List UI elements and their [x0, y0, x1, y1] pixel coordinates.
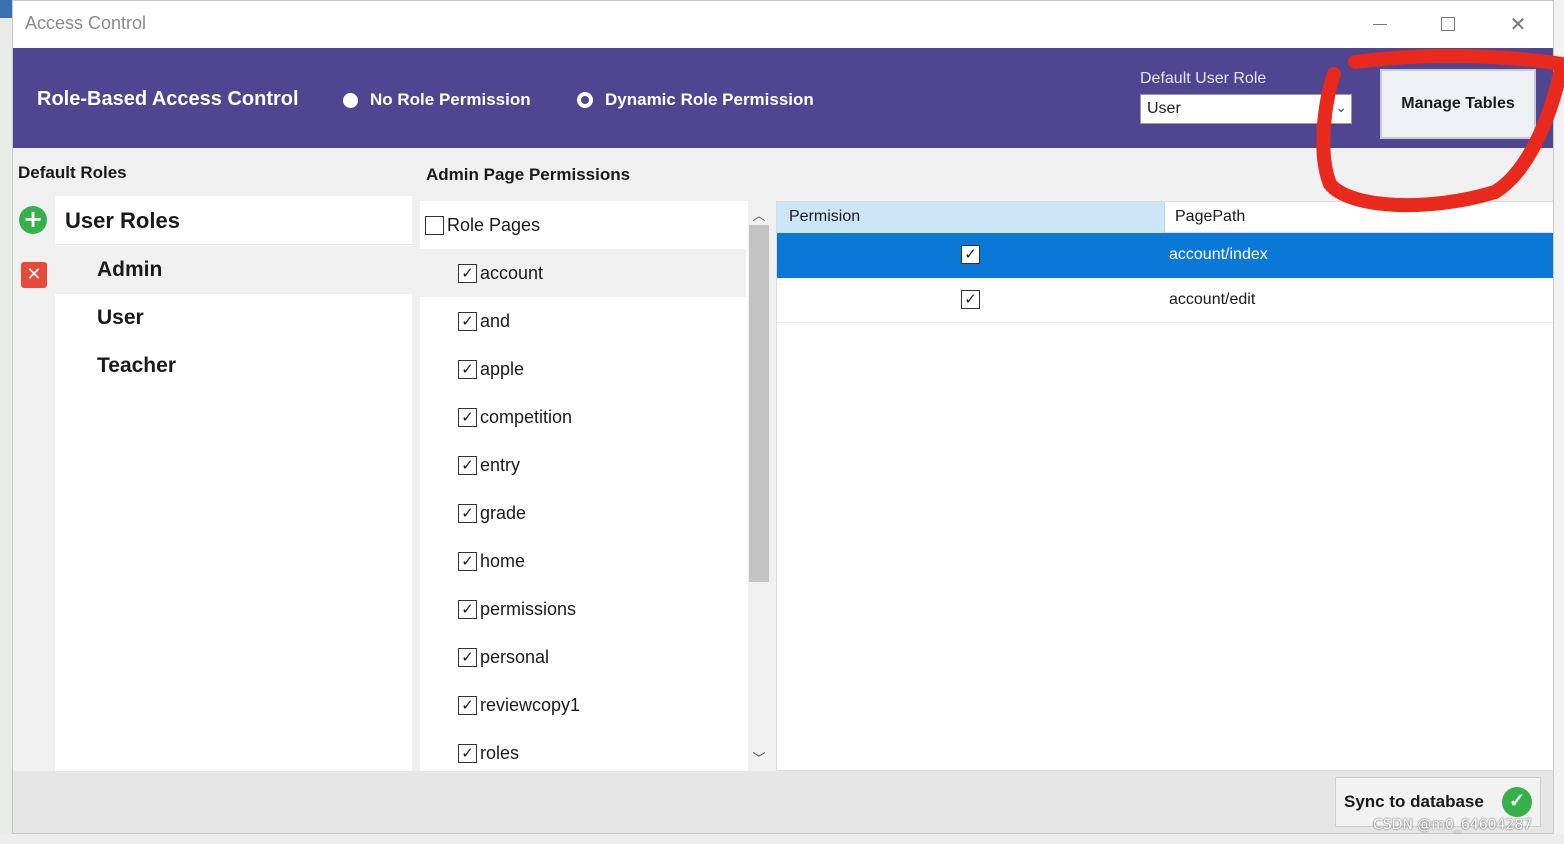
page-item-account[interactable]: ✓ account	[420, 249, 746, 297]
grid-row[interactable]: ✓ account/edit	[777, 278, 1553, 323]
page-item-apple[interactable]: ✓ apple	[420, 345, 746, 393]
role-item-admin[interactable]: Admin	[55, 246, 412, 294]
scrollbar-thumb[interactable]	[749, 225, 769, 582]
maximize-button[interactable]	[1425, 9, 1471, 39]
background-window-edge-right	[1554, 0, 1564, 844]
page-label: reviewcopy1	[480, 694, 581, 715]
background-window-edge-bottom	[0, 834, 1564, 844]
title-bar: Access Control ✕	[13, 1, 1553, 48]
radio-label: Dynamic Role Permission	[605, 90, 814, 109]
radio-indicator-selected	[577, 92, 593, 108]
page-path-cell: account/edit	[1169, 291, 1256, 308]
radio-no-role-permission[interactable]: No Role Permission	[343, 90, 531, 110]
maximize-icon	[1441, 17, 1455, 31]
header-bar: Role-Based Access Control No Role Permis…	[13, 48, 1553, 148]
page-title: Role-Based Access Control	[37, 88, 299, 110]
background-window-icon	[0, 0, 12, 18]
roles-list: User Roles Admin User Teacher	[55, 196, 412, 771]
delete-role-icon[interactable]: ✕	[21, 262, 47, 288]
pages-scrollbar[interactable]: ︿ ﹀	[748, 201, 770, 771]
checkbox-checked[interactable]: ✓	[458, 455, 477, 475]
role-pages-label: Role Pages	[447, 214, 541, 235]
chevron-up-icon[interactable]: ︿	[748, 205, 770, 224]
close-icon: ✕	[1509, 12, 1527, 36]
checkbox-checked[interactable]: ✓	[458, 503, 477, 523]
checkbox-checked[interactable]: ✓	[458, 311, 477, 331]
checkbox-checked[interactable]: ✓	[961, 290, 980, 309]
page-label: roles	[480, 742, 520, 763]
page-label: personal	[480, 646, 550, 667]
user-roles-header: User Roles	[65, 208, 180, 233]
checkbox-checked[interactable]: ✓	[961, 245, 980, 264]
checkbox-checked[interactable]: ✓	[458, 647, 477, 667]
access-control-window: Access Control ✕ Role-Based Access Contr…	[12, 0, 1554, 834]
page-item-grade[interactable]: ✓ grade	[420, 489, 746, 537]
background-window-edge	[0, 0, 12, 844]
divider	[55, 244, 412, 245]
page-item-permissions[interactable]: ✓ permissions	[420, 585, 746, 633]
add-role-icon[interactable]: +	[19, 206, 47, 234]
radio-indicator	[343, 92, 358, 108]
chevron-down-icon: ⌄	[1335, 99, 1347, 115]
column-header-permission[interactable]: Permision	[777, 202, 1165, 233]
grid-header: Permision PagePath	[777, 202, 1553, 233]
checkbox-checked[interactable]: ✓	[458, 599, 477, 619]
check-icon: ✓	[1502, 787, 1532, 817]
window-title: Access Control	[25, 13, 147, 33]
default-roles-label: Default Roles	[18, 163, 127, 182]
checkbox-checked[interactable]: ✓	[458, 359, 477, 379]
checkbox-checked[interactable]: ✓	[458, 743, 477, 763]
page-label: apple	[480, 358, 525, 379]
page-label: home	[480, 550, 526, 571]
page-item-personal[interactable]: ✓ personal	[420, 633, 746, 681]
checkbox-checked[interactable]: ✓	[458, 263, 477, 283]
permissions-grid: Permision PagePath ✓ account/index ✓ acc…	[776, 201, 1553, 771]
page-path-cell: account/index	[1169, 246, 1268, 263]
page-item-reviewcopy1[interactable]: ✓ reviewcopy1	[420, 681, 746, 729]
default-user-role-select[interactable]: User ⌄	[1140, 94, 1352, 124]
radio-dynamic-role-permission[interactable]: Dynamic Role Permission	[577, 90, 814, 110]
page-label: account	[480, 262, 544, 283]
page-label: and	[480, 310, 511, 331]
default-user-role-label: Default User Role	[1140, 70, 1267, 87]
checkbox-checked[interactable]: ✓	[458, 695, 477, 715]
page-item-competition[interactable]: ✓ competition	[420, 393, 746, 441]
checkbox-checked[interactable]: ✓	[458, 551, 477, 571]
role-item-teacher[interactable]: Teacher	[55, 342, 412, 390]
checkbox-checked[interactable]: ✓	[458, 407, 477, 427]
watermark: CSDN @m0_64604287	[1373, 817, 1533, 833]
role-actions: + ✕	[13, 196, 55, 771]
column-header-pagepath[interactable]: PagePath	[1165, 202, 1553, 233]
minimize-button[interactable]	[1357, 9, 1403, 39]
role-pages-header[interactable]: Role Pages	[420, 201, 746, 249]
page-item-entry[interactable]: ✓ entry	[420, 441, 746, 489]
page-item-roles[interactable]: ✓ roles	[420, 729, 746, 771]
sync-label: Sync to database	[1344, 792, 1484, 811]
close-button[interactable]: ✕	[1495, 9, 1541, 39]
minimize-icon	[1373, 23, 1387, 25]
page-item-home[interactable]: ✓ home	[420, 537, 746, 585]
manage-tables-button[interactable]: Manage Tables	[1380, 69, 1536, 139]
checkbox-unchecked[interactable]	[425, 215, 444, 235]
role-pages-list: Role Pages ✓ account ✓ and ✓ apple ✓ com…	[420, 201, 765, 771]
role-item-user[interactable]: User	[55, 294, 412, 342]
select-value: User	[1147, 100, 1181, 117]
chevron-down-icon[interactable]: ﹀	[748, 748, 770, 767]
page-label: competition	[480, 406, 573, 427]
radio-label: No Role Permission	[370, 90, 531, 109]
page-label: permissions	[480, 598, 577, 619]
page-label: grade	[480, 502, 527, 523]
footer-bar: Sync to database ✓	[13, 771, 1553, 833]
admin-page-permissions-label: Admin Page Permissions	[426, 165, 631, 184]
grid-row[interactable]: ✓ account/index	[777, 233, 1553, 278]
page-item-and[interactable]: ✓ and	[420, 297, 746, 345]
page-label: entry	[480, 454, 521, 475]
